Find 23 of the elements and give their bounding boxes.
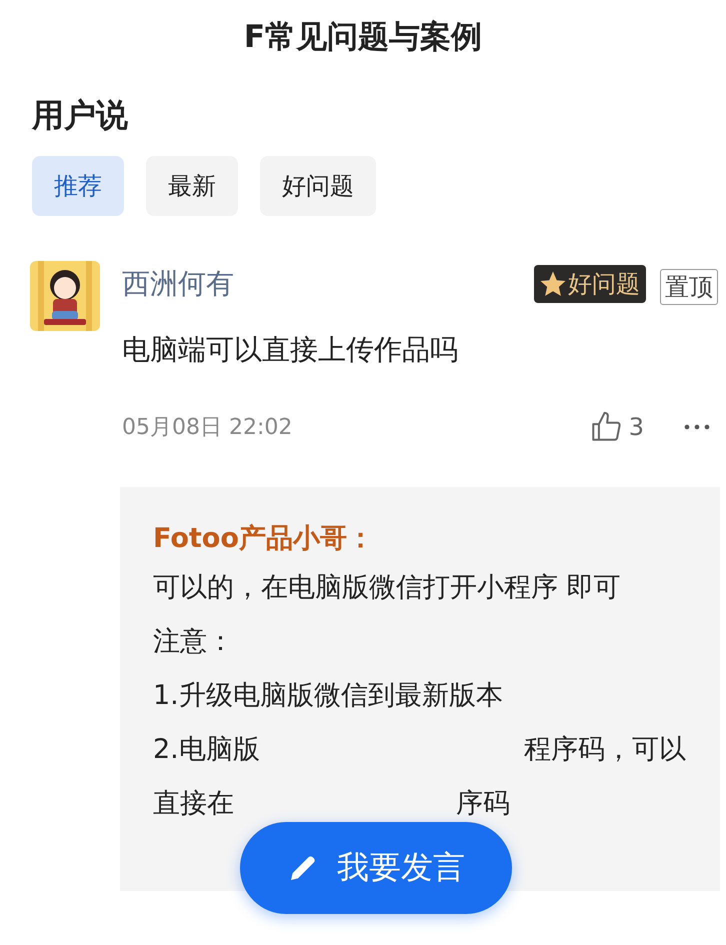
reply-text: 1.升级电脑版微信到最新版本 xyxy=(153,679,504,713)
good-question-badge: 好问题 xyxy=(534,265,646,303)
filter-tab[interactable]: 好问题 xyxy=(260,156,376,216)
page-title: F常见问题与案例 xyxy=(242,18,484,57)
question-text: 电脑端可以直接上传作品吗 xyxy=(122,332,459,368)
user-name[interactable]: 西洲何有 xyxy=(122,265,534,303)
reply-text: 程序码，可以 xyxy=(524,733,686,767)
reply-text: 2.电脑版 xyxy=(153,733,260,767)
filter-tab[interactable]: 最新 xyxy=(146,156,238,216)
reply-text: 序码 xyxy=(456,787,510,821)
post-time: 05月08日 22:02 xyxy=(122,414,294,442)
filter-tab[interactable]: 推荐 xyxy=(32,156,124,216)
reply-author: Fotoo产品小哥： xyxy=(153,522,375,556)
reply-text: 可以的，在电脑版微信打开小程序 即可 xyxy=(153,571,622,605)
more-icon[interactable] xyxy=(684,424,710,430)
post-button[interactable]: 我要发言 xyxy=(240,822,512,914)
reply-text: 直接在 xyxy=(153,787,234,821)
reply-text: 注意： xyxy=(153,625,235,659)
section-heading: 用户说 xyxy=(30,95,129,136)
avatar xyxy=(30,261,100,331)
pinned-label: 置顶 xyxy=(660,269,718,305)
like-count: 3 xyxy=(628,413,644,441)
star-icon xyxy=(538,269,568,299)
